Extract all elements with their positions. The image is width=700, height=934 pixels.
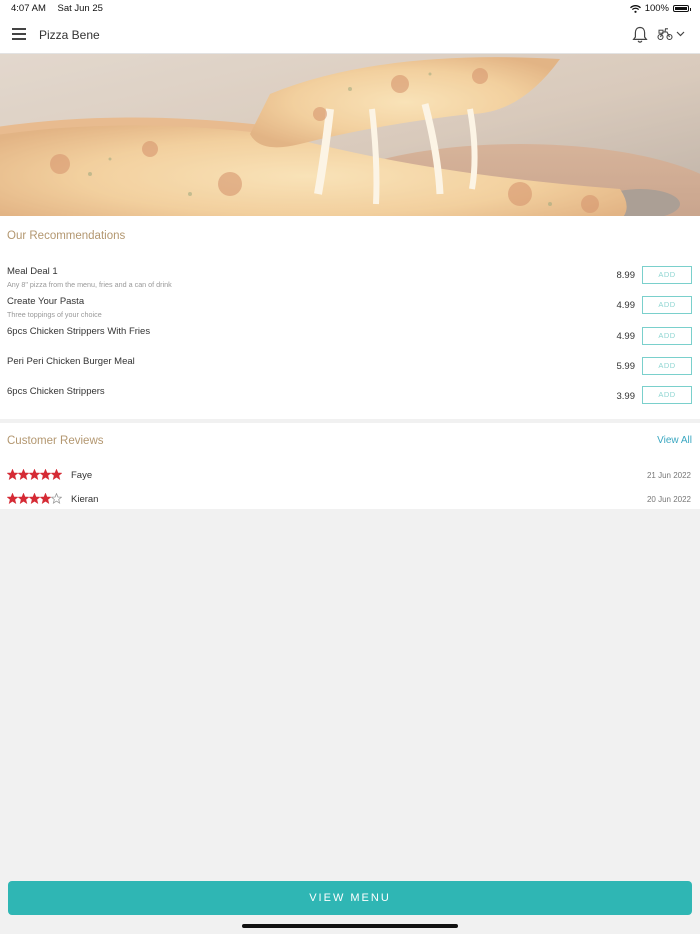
rating-stars [7,493,62,504]
restaurant-title: Pizza Bene [39,28,100,42]
recommendation-item[interactable]: 6pcs Chicken Strippers With Fries 4.99 A… [0,326,700,354]
scooter-icon [657,28,673,41]
review-date: 21 Jun 2022 [646,471,691,480]
item-description: Any 8" pizza from the menu, fries and a … [7,280,172,289]
item-name: Create Your Pasta [7,296,85,307]
item-price: 8.99 [616,270,636,281]
hero-pizza-image [0,54,700,216]
recommendation-item[interactable]: 6pcs Chicken Strippers 3.99 ADD [0,386,700,414]
star-filled-icon [40,469,51,480]
star-filled-icon [40,493,51,504]
reviewer-name: Faye [71,470,93,481]
status-time: 4:07 AM [11,3,46,14]
wifi-icon [629,4,641,13]
star-filled-icon [18,493,29,504]
item-description: Three toppings of your choice [7,310,102,319]
review-row[interactable]: Kieran 20 Jun 2022 [0,493,700,511]
rating-stars [7,469,62,480]
reviews-title: Customer Reviews [7,435,104,447]
add-button[interactable]: ADD [642,327,692,345]
view-menu-button[interactable]: VIEW MENU [8,881,692,915]
item-name: Peri Peri Chicken Burger Meal [7,356,135,367]
customer-reviews-section: Customer Reviews View All Faye 21 Jun 20… [0,423,700,509]
view-all-link[interactable]: View All [657,435,692,446]
star-filled-icon [51,469,62,480]
delivery-mode-selector[interactable] [657,27,685,41]
add-button[interactable]: ADD [642,357,692,375]
star-empty-icon [51,493,62,504]
status-left: 4:07 AM Sat Jun 25 [11,3,112,14]
item-price: 4.99 [616,300,636,311]
item-price: 3.99 [616,391,636,402]
item-price: 5.99 [616,361,636,372]
star-filled-icon [29,469,40,480]
star-filled-icon [7,493,18,504]
item-price: 4.99 [616,331,636,342]
status-bar: 4:07 AM Sat Jun 25 100% [0,0,700,16]
review-date: 20 Jun 2022 [646,495,691,504]
add-button[interactable]: ADD [642,386,692,404]
battery-percent: 100% [644,3,669,14]
app-header: Pizza Bene [0,16,700,54]
recommendation-item[interactable]: Create Your Pasta Three toppings of your… [0,296,700,324]
status-right: 100% [629,3,691,14]
recommendation-item[interactable]: Peri Peri Chicken Burger Meal 5.99 ADD [0,356,700,384]
status-date: Sat Jun 25 [57,3,103,14]
star-filled-icon [18,469,29,480]
battery-icon [673,5,691,12]
chevron-down-icon [676,31,685,37]
item-name: Meal Deal 1 [7,266,58,277]
item-name: 6pcs Chicken Strippers With Fries [7,326,151,337]
add-button[interactable]: ADD [642,296,692,314]
reviewer-name: Kieran [71,494,99,505]
recommendations-title: Our Recommendations [7,230,126,242]
star-filled-icon [7,469,18,480]
recommendation-item[interactable]: Meal Deal 1 Any 8" pizza from the menu, … [0,266,700,294]
review-row[interactable]: Faye 21 Jun 2022 [0,469,700,487]
bell-icon[interactable] [632,26,648,44]
star-filled-icon [29,493,40,504]
home-indicator [242,924,458,928]
item-name: 6pcs Chicken Strippers [7,386,105,397]
add-button[interactable]: ADD [642,266,692,284]
recommendations-section: Our Recommendations Meal Deal 1 Any 8" p… [0,216,700,419]
hamburger-menu-icon[interactable] [12,28,26,40]
